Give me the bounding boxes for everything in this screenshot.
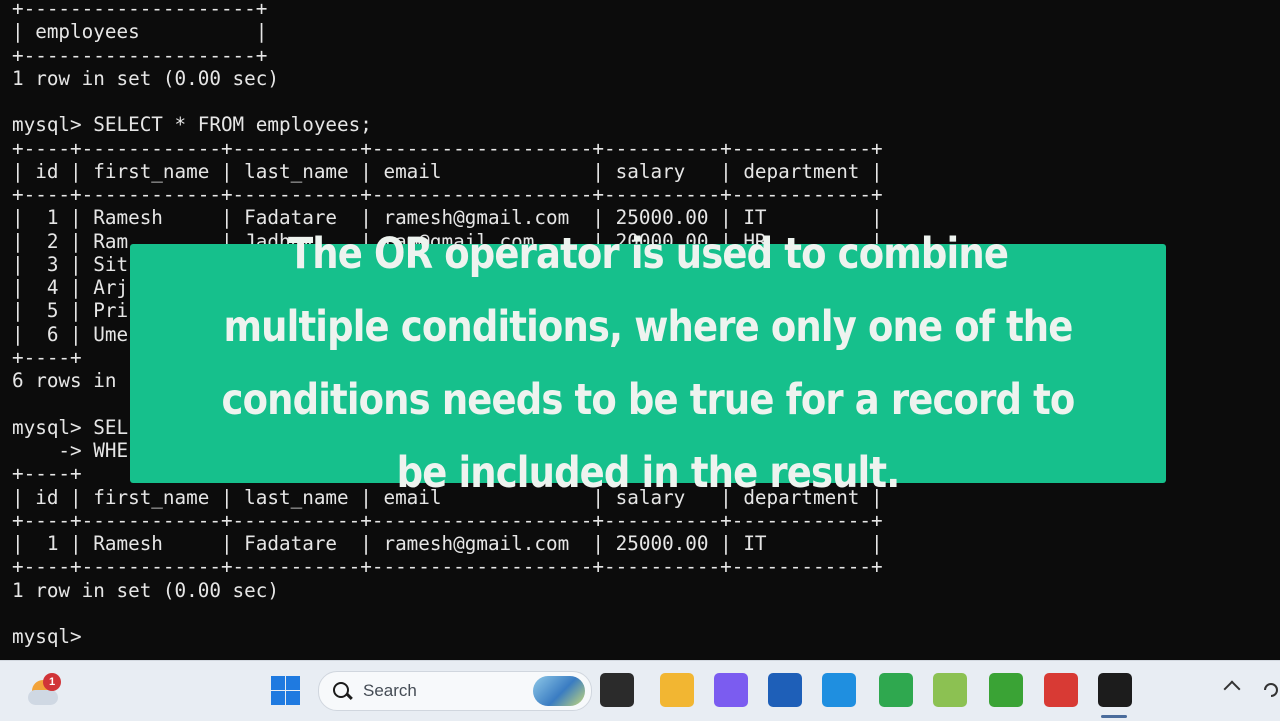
taskbar-search[interactable]: Search: [318, 671, 592, 711]
terminal-line: | employees |: [12, 20, 268, 44]
microsoft-store-icon[interactable]: [768, 673, 802, 707]
windows-logo-tile: [271, 691, 285, 705]
copilot-icon[interactable]: [714, 673, 748, 707]
chevron-up-icon[interactable]: [1223, 680, 1241, 698]
terminal-line: +----+------------+-----------+---------…: [12, 508, 883, 532]
active-app-indicator: [1101, 715, 1127, 718]
caption-text: The OR operator is used to combine multi…: [221, 228, 1076, 498]
terminal-line: 1 row in set (0.00 sec): [12, 578, 279, 602]
search-placeholder: Search: [363, 681, 417, 700]
refresh-icon[interactable]: [1262, 679, 1280, 701]
search-highlight-image[interactable]: [533, 676, 585, 706]
chrome-icon[interactable]: [879, 673, 913, 707]
start-button[interactable]: [268, 673, 302, 707]
terminal-line: +--------------------+: [12, 43, 268, 67]
task-view-icon[interactable]: [600, 673, 634, 707]
terminal-line: +----+------------+-----------+---------…: [12, 183, 883, 207]
windows-logo-tile: [286, 676, 300, 690]
terminal-line: mysql> SELECT * FROM employees;: [12, 113, 372, 137]
cloud-icon: [28, 690, 58, 705]
terminal-line: mysql>: [12, 625, 82, 649]
terminal-icon[interactable]: [1098, 673, 1132, 707]
terminal-line: +--------------------+: [12, 0, 268, 20]
terminal-line: +----+------------+-----------+---------…: [12, 136, 883, 160]
terminal-line: 1 row in set (0.00 sec): [12, 66, 279, 90]
caption-overlay: The OR operator is used to combine multi…: [130, 229, 1166, 498]
weather-widget[interactable]: 1: [26, 673, 64, 711]
windows-logo-tile: [286, 691, 300, 705]
camtasia-green-icon[interactable]: [989, 673, 1023, 707]
file-explorer-icon[interactable]: [660, 673, 694, 707]
terminal-line: +----+------------+-----------+---------…: [12, 555, 883, 579]
terminal-line: | 1 | Ramesh | Fadatare | ramesh@gmail.c…: [12, 532, 883, 556]
terminal-line: | id | first_name | last_name | email | …: [12, 159, 883, 183]
edge-icon[interactable]: [822, 673, 856, 707]
windows-logo-tile: [271, 676, 285, 690]
taskbar: 1 Search: [0, 660, 1280, 721]
notepad-plus-plus-icon[interactable]: [933, 673, 967, 707]
notification-badge: 1: [43, 673, 61, 691]
camtasia-red-icon[interactable]: [1044, 673, 1078, 707]
search-icon-handle: [346, 692, 353, 700]
